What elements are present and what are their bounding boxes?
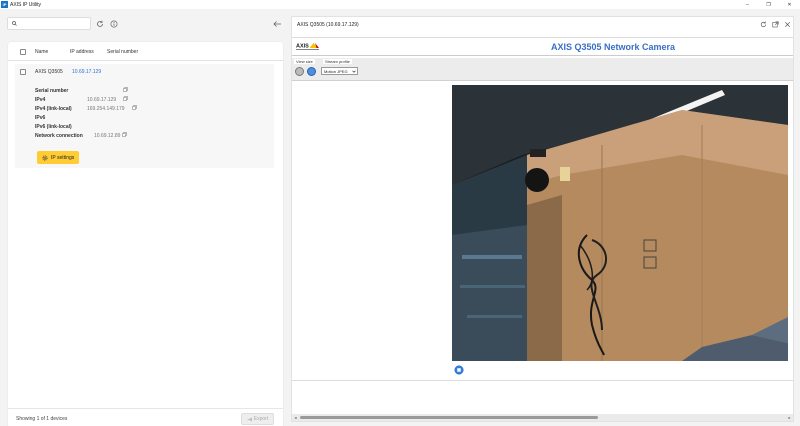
detail-label-serial: Serial number: [35, 88, 69, 94]
arrow-left-icon[interactable]: [273, 20, 282, 28]
close-icon[interactable]: [784, 21, 791, 28]
window-controls: – ❐ ✕: [737, 0, 800, 9]
stream-profile-select[interactable]: Motion JPEG: [321, 67, 358, 75]
column-header-name[interactable]: Name: [35, 49, 48, 55]
copy-icon[interactable]: [122, 132, 127, 137]
detail-label-ipv4-link-local: IPv4 (link-local): [35, 106, 72, 112]
row-checkbox[interactable]: [20, 69, 26, 75]
camera-page-title: AXIS Q3505 Network Camera: [551, 42, 676, 52]
column-header-ip[interactable]: IP address: [70, 49, 94, 55]
play-pause-icon[interactable]: [454, 365, 464, 375]
view-size-icon[interactable]: [295, 67, 304, 76]
app-title: AXIS IP Utility: [10, 1, 42, 8]
scroll-right-icon[interactable]: ▸: [787, 415, 792, 420]
search-input[interactable]: [19, 20, 89, 27]
column-header-serial[interactable]: Serial number: [107, 49, 138, 55]
refresh-icon[interactable]: [96, 20, 104, 28]
stream-profile-value: Motion JPEG: [324, 68, 348, 74]
device-table: Name IP address Serial number AXIS Q3505…: [8, 42, 283, 426]
title-bar: IP AXIS IP Utility – ❐ ✕: [0, 0, 800, 9]
ip-settings-label: IP settings: [51, 154, 75, 161]
device-preview-pane: AXIS Q3505 (10.69.17.129) AXIS AXIS Q350…: [291, 16, 794, 422]
status-bar: Showing 1 of 1 devices Export: [8, 408, 283, 426]
table-header: Name IP address Serial number: [8, 42, 283, 61]
device-count-text: Showing 1 of 1 devices: [16, 416, 68, 422]
view-size-label: View size: [294, 59, 315, 64]
ip-settings-button[interactable]: IP settings: [37, 151, 79, 164]
device-ip-link[interactable]: 10.69.17.129: [72, 69, 101, 75]
preview-title: AXIS Q3505 (10.69.17.129): [297, 22, 359, 28]
detail-value-ipv4: 10.69.17.129: [87, 97, 117, 103]
stream-profile-label: Stream profile: [323, 59, 352, 64]
copy-icon[interactable]: [132, 105, 137, 110]
select-all-checkbox[interactable]: [20, 49, 26, 55]
export-icon: [247, 417, 252, 421]
full-view-icon[interactable]: [307, 67, 316, 76]
copy-icon[interactable]: [123, 96, 128, 101]
gear-icon: [42, 154, 48, 161]
close-button[interactable]: ✕: [779, 0, 800, 9]
search-icon: [12, 21, 17, 26]
detail-label-network-connection: Network connection: [35, 133, 83, 139]
device-name: AXIS Q3505: [35, 69, 63, 75]
svg-text:AXIS: AXIS: [296, 44, 309, 50]
app-logo-icon: IP: [1, 1, 8, 8]
maximize-button[interactable]: ❐: [758, 0, 779, 9]
preview-header: AXIS Q3505 (10.69.17.129): [292, 17, 795, 32]
device-list-pane: Name IP address Serial number AXIS Q3505…: [0, 9, 287, 426]
detail-value-ipv4-link-local: 169.254.149.179: [87, 106, 125, 112]
axis-logo: AXIS: [296, 43, 319, 50]
preview-controls: [760, 21, 791, 28]
detail-value-network-connection: 10.69.12.89: [94, 133, 121, 139]
export-button[interactable]: Export: [241, 413, 274, 425]
copy-icon[interactable]: [123, 87, 128, 92]
minimize-button[interactable]: –: [737, 0, 758, 9]
detail-label-ipv6: IPv6: [35, 115, 46, 121]
divider: [292, 55, 793, 56]
detail-label-ipv6-link-local: IPv6 (link-local): [35, 124, 72, 130]
scroll-left-icon[interactable]: ◂: [293, 415, 298, 420]
export-label: Export: [253, 416, 269, 422]
detail-label-ipv4: IPv4: [35, 97, 46, 103]
search-box[interactable]: [7, 17, 91, 30]
horizontal-scrollbar[interactable]: ◂ ▸: [292, 414, 793, 421]
camera-web-page: AXIS AXIS Q3505 Network Camera View size…: [292, 37, 793, 381]
camera-toolbar: View size Stream profile Motion JPEG: [292, 58, 793, 81]
scrollbar-thumb[interactable]: [300, 416, 598, 419]
reload-icon[interactable]: [760, 21, 767, 28]
info-icon[interactable]: [110, 20, 118, 28]
chevron-down-icon: [352, 70, 356, 73]
open-external-icon[interactable]: [772, 21, 779, 28]
camera-live-view[interactable]: [452, 85, 788, 361]
